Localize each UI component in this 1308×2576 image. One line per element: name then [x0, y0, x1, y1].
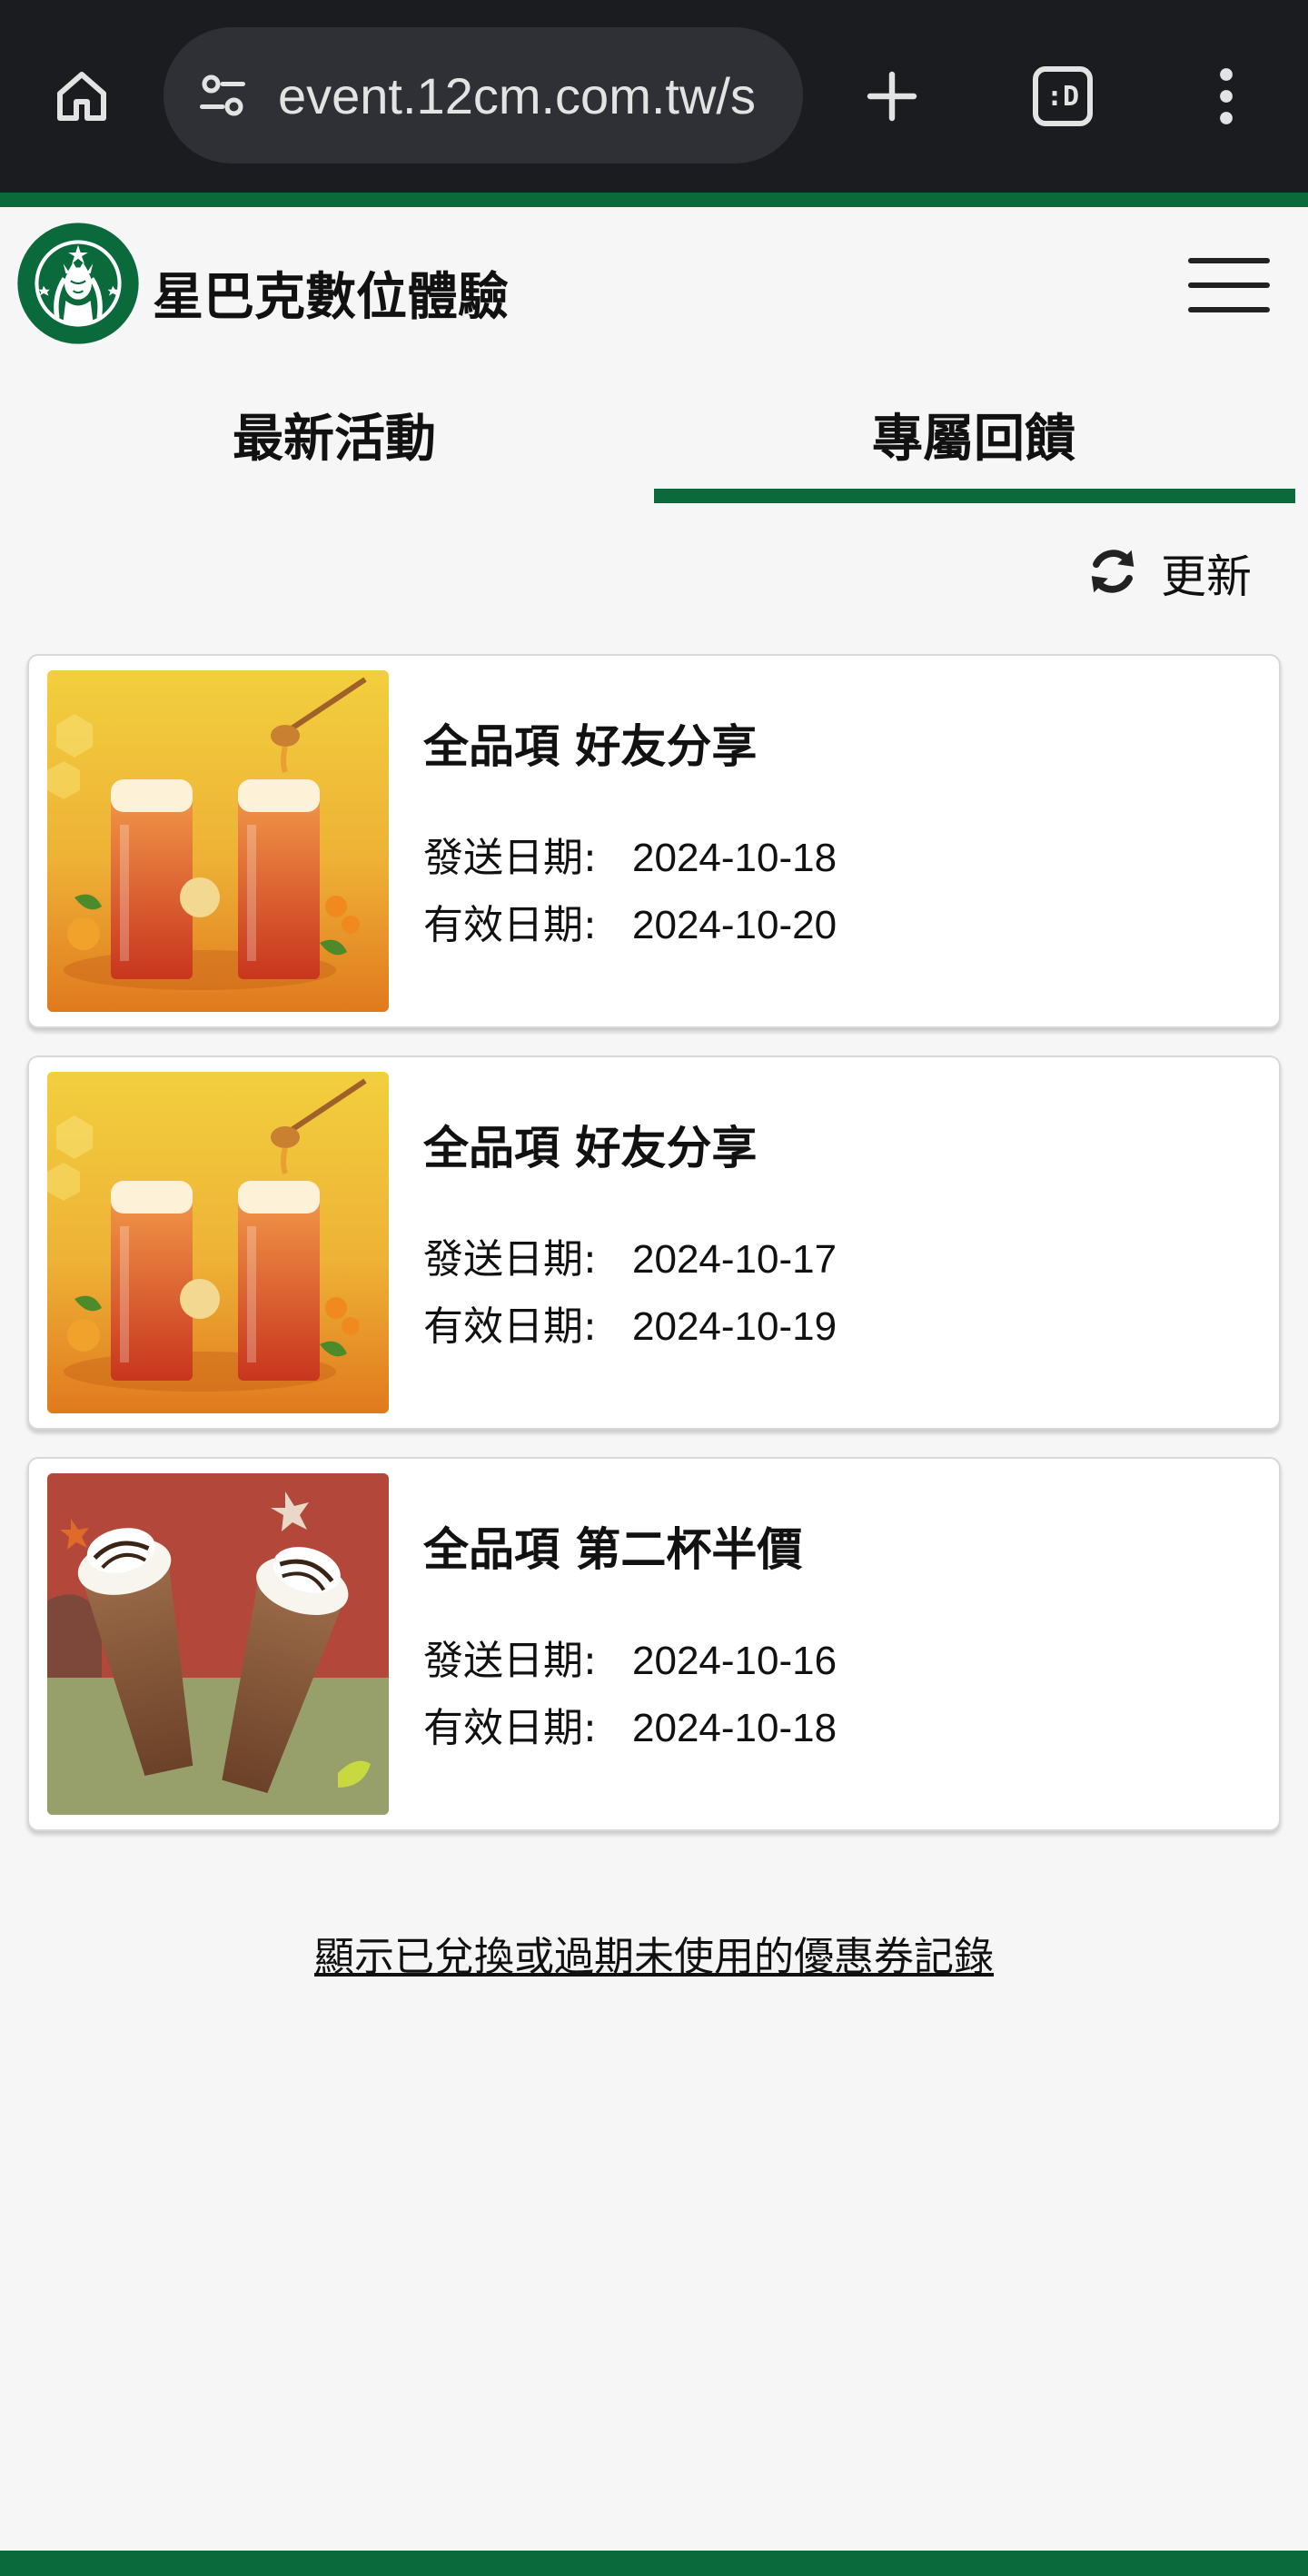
send-date-row: 發送日期: 2024-10-17 [423, 1226, 837, 1284]
site-title: 星巴克數位體驗 [153, 268, 509, 327]
tab-switcher-icon[interactable]: :D [1017, 51, 1108, 142]
active-tab-indicator [654, 489, 1295, 503]
coupon-title: 全品項 好友分享 [423, 1122, 758, 1174]
coupon-history-link[interactable]: 顯示已兌換或過期未使用的優惠券記錄 [0, 1924, 1308, 1982]
coupon-card[interactable]: 全品項 好友分享 發送日期: 2024-10-18 有效日期: 2024-10-20 [27, 654, 1281, 1028]
browser-toolbar: event.12cm.com.tw/s :D [0, 0, 1308, 193]
valid-date-value: 2024-10-19 [632, 1304, 837, 1349]
frappuccino-drinks-image [47, 1473, 389, 1815]
url-text[interactable]: event.12cm.com.tw/s [278, 66, 756, 125]
valid-date-label: 有效日期: [423, 1303, 597, 1350]
address-bar[interactable]: event.12cm.com.tw/s [164, 27, 803, 163]
refresh-button[interactable]: 更新 [1085, 541, 1252, 605]
send-date-row: 發送日期: 2024-10-18 [423, 825, 837, 883]
coupon-card[interactable]: 全品項 好友分享 發送日期: 2024-10-17 有效日期: 2024-10-19 [27, 1055, 1281, 1430]
tab-switcher-label: :D [1033, 66, 1093, 126]
top-accent-bar [0, 193, 1308, 207]
send-date-value: 2024-10-17 [632, 1237, 837, 1282]
send-date-value: 2024-10-18 [632, 836, 837, 880]
refresh-label: 更新 [1161, 550, 1252, 603]
tab-exclusive-rewards[interactable]: 專屬回饋 [654, 391, 1293, 500]
starbucks-logo[interactable] [16, 222, 140, 345]
coupon-title: 全品項 好友分享 [423, 720, 758, 773]
tune-icon[interactable] [191, 64, 254, 127]
more-vert-icon[interactable] [1181, 51, 1272, 142]
send-date-row: 發送日期: 2024-10-16 [423, 1628, 837, 1686]
valid-date-row: 有效日期: 2024-10-18 [423, 1695, 837, 1753]
send-date-label: 發送日期: [423, 835, 597, 881]
iced-tea-drinks-image [47, 670, 389, 1012]
send-date-label: 發送日期: [423, 1236, 597, 1283]
tab-latest-events[interactable]: 最新活動 [15, 391, 654, 500]
refresh-icon [1085, 543, 1141, 603]
valid-date-row: 有效日期: 2024-10-20 [423, 892, 837, 950]
hamburger-icon[interactable] [1188, 258, 1270, 312]
valid-date-label: 有效日期: [423, 902, 597, 948]
valid-date-value: 2024-10-20 [632, 903, 837, 947]
bottom-accent-bar [0, 2551, 1308, 2576]
valid-date-value: 2024-10-18 [632, 1706, 837, 1750]
iced-tea-drinks-image [47, 1072, 389, 1413]
valid-date-label: 有效日期: [423, 1705, 597, 1751]
coupon-card[interactable]: 全品項 第二杯半價 發送日期: 2024-10-16 有效日期: 2024-10-1… [27, 1457, 1281, 1831]
send-date-value: 2024-10-16 [632, 1639, 837, 1683]
plus-icon[interactable] [847, 51, 937, 142]
coupon-title: 全品項 第二杯半價 [423, 1523, 803, 1576]
send-date-label: 發送日期: [423, 1638, 597, 1684]
valid-date-row: 有效日期: 2024-10-19 [423, 1293, 837, 1352]
home-icon[interactable] [36, 51, 127, 142]
